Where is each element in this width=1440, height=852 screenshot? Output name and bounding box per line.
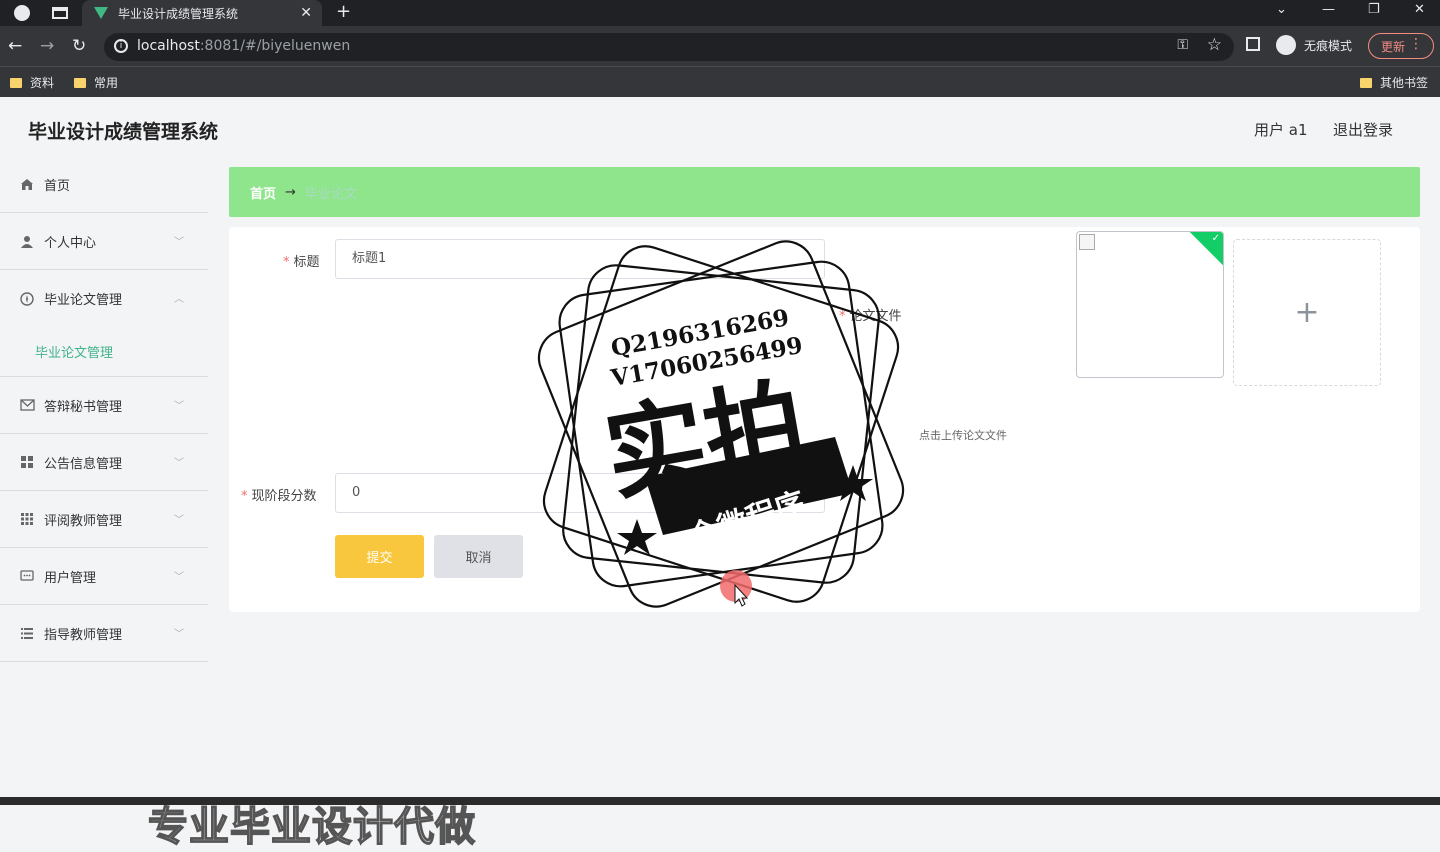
app-header: 毕业设计成绩管理系统 用户 a1 退出登录 [0,97,1440,159]
globe-icon[interactable] [14,5,30,21]
breadcrumb-arrow: → [285,184,296,200]
chevron-down-icon: ﹀ [174,572,184,583]
sidebar-subitem-thesis[interactable]: 毕业论文管理 [0,327,208,377]
folder-icon [1360,77,1372,88]
chevron-down-icon: ﹀ [174,629,184,640]
sidebar-item-thesis[interactable]: 毕业论文管理 ︿ [0,270,208,327]
chevron-down-icon: ﹀ [174,515,184,526]
plus-icon: + [1294,295,1320,330]
upload-tip: 点击上传论文文件 [919,429,1007,442]
grid-icon [20,455,34,469]
omnibox[interactable]: i localhost:8081/#/biyeluenwen ⚿ ☆ [104,33,1234,61]
bottom-strip [0,797,1440,805]
user-icon [20,235,34,248]
incognito-icon [1276,35,1296,55]
tab-search-icon[interactable]: ⌄ [1276,2,1287,17]
site-info-icon[interactable]: i [114,39,128,53]
compass-icon [20,292,34,306]
breadcrumb-current: 毕业论文 [304,186,357,202]
bookmark-star-icon[interactable]: ☆ [1207,35,1222,55]
breadcrumb-home[interactable]: 首页 [250,183,276,202]
incognito-indicator[interactable]: 无痕模式 [1276,35,1352,55]
window-icon[interactable] [52,7,68,19]
chevron-down-icon: ﹀ [174,458,184,469]
score-label: * 现阶段分数 [241,489,317,504]
title-input[interactable]: 标题1 [335,239,825,279]
sidebar-item-advisor[interactable]: 指导教师管理 ﹀ [0,605,208,662]
logout-link[interactable]: 退出登录 [1333,119,1393,140]
check-icon: ✓ [1211,233,1220,244]
vue-logo-icon [94,7,108,19]
reload-icon[interactable]: ↻ [72,36,86,56]
home-icon [20,178,34,191]
bookmark-folder-1[interactable]: 资料 [10,74,54,91]
mail-icon [20,398,35,412]
app-title: 毕业设计成绩管理系统 [28,121,219,143]
minimize-icon[interactable]: — [1322,2,1335,17]
tab-title: 毕业设计成绩管理系统 [118,6,239,21]
menu-dots-icon[interactable]: ⋮ [1409,36,1423,52]
file-label: * 论文文件 [839,309,902,324]
forward-icon[interactable]: → [40,36,54,56]
sidebar-item-users[interactable]: 用户管理 ﹀ [0,548,208,605]
table-icon [20,512,34,526]
other-bookmarks[interactable]: 其他书签 [1360,74,1428,91]
sidebar-item-notice[interactable]: 公告信息管理 ﹀ [0,434,208,491]
new-tab-icon[interactable]: + [336,1,351,22]
update-button[interactable]: 更新 ⋮ [1368,33,1434,59]
file-upload-button[interactable]: + [1233,239,1381,386]
submit-button[interactable]: 提交 [335,535,424,578]
bookmark-folder-2[interactable]: 常用 [74,74,118,91]
user-label: 用户 a1 [1254,121,1308,139]
uploaded-file-thumbnail[interactable]: ✓ [1076,231,1224,378]
close-tab-icon[interactable]: ✕ [300,5,312,21]
url-text[interactable]: localhost:8081/#/biyeluenwen [137,38,350,54]
sidebar-item-reviewer[interactable]: 评阅教师管理 ﹀ [0,491,208,548]
restore-icon[interactable]: ❐ [1368,2,1380,17]
chevron-up-icon: ︿ [174,294,184,305]
sidebar-item-secretary[interactable]: 答辩秘书管理 ﹀ [0,377,208,434]
window-close-icon[interactable]: ✕ [1414,2,1425,17]
side-panel-icon[interactable] [1246,37,1260,51]
folder-icon [10,77,22,88]
chat-icon [20,569,34,583]
incognito-label: 无痕模式 [1304,38,1353,53]
title-label: * 标题 [283,255,320,270]
app-root: 毕业设计成绩管理系统 用户 a1 退出登录 首页 个人中心 ﹀ 毕业论文管理 ︿… [0,97,1440,851]
bookmarks-bar: 资料 常用 其他书签 [0,66,1440,97]
browser-tab[interactable]: 毕业设计成绩管理系统 ✕ [82,0,322,26]
key-icon[interactable]: ⚿ [1177,37,1188,53]
sidebar-item-home[interactable]: 首页 [0,157,208,213]
chevron-down-icon: ﹀ [174,237,184,248]
folder-icon [74,77,86,88]
broken-image-icon [1079,234,1095,250]
score-input[interactable]: 0 [335,473,825,513]
chevron-down-icon: ﹀ [174,401,184,412]
back-icon[interactable]: ← [8,36,22,56]
sidebar: 首页 个人中心 ﹀ 毕业论文管理 ︿ 毕业论文管理 答辩秘书管理 ﹀ 公告信息管… [0,157,208,662]
update-label: 更新 [1381,39,1406,54]
browser-tabbar: 毕业设计成绩管理系统 ✕ + ⌄ — ❐ ✕ [0,0,1440,26]
breadcrumb: 首页 → 毕业论文 [229,167,1420,217]
form-card: * 标题 标题1 * 论文文件 ✓ + 点击上传论文文件 * 现阶段分数 0 提交 取… [229,227,1420,612]
cancel-button[interactable]: 取消 [434,535,523,578]
list-icon [20,627,34,640]
sidebar-item-profile[interactable]: 个人中心 ﹀ [0,213,208,270]
